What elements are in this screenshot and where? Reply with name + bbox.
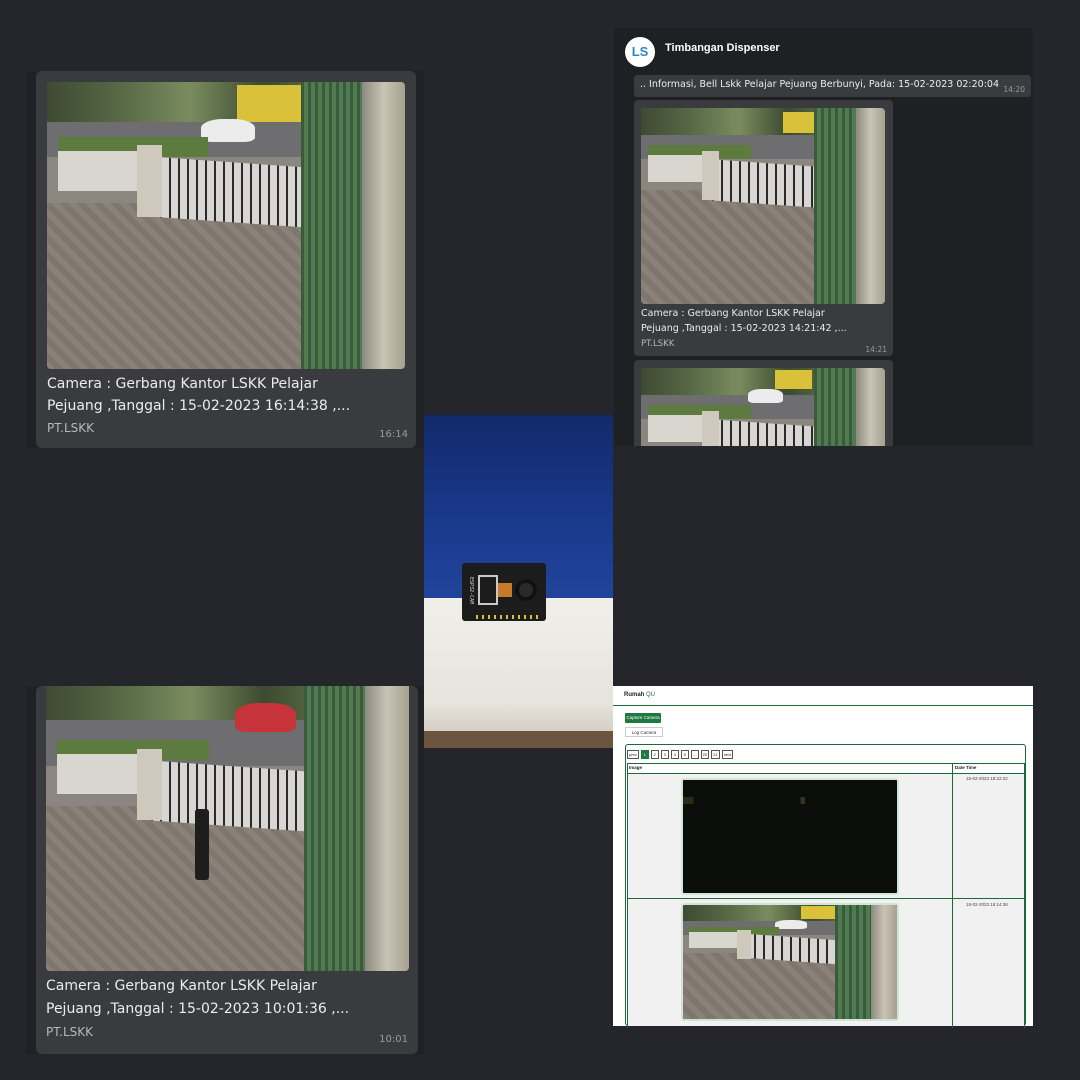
message-sender: PT.LSKK <box>46 1025 93 1039</box>
person-walking <box>194 808 210 880</box>
message-caption-line2: Pejuang ,Tanggal : 15-02-2023 16:14:38 ,… <box>47 398 351 414</box>
log-datetime: 15-02-2023 16:14:38 <box>966 902 1008 907</box>
pager-page-4[interactable]: 4 <box>670 750 679 759</box>
message-caption-line1: Camera : Gerbang Kantor LSKK Pelajar <box>46 978 317 994</box>
camera-module-icon <box>515 579 537 601</box>
chat-panel-top-left: Camera : Gerbang Kantor LSKK Pelajar Pej… <box>26 71 424 448</box>
column-header-datetime: Date Time <box>955 765 977 770</box>
cctv-snapshot-image[interactable] <box>641 368 885 446</box>
capture-camera-button[interactable]: Capture Camera <box>625 713 661 723</box>
cctv-snapshot-image[interactable] <box>641 108 885 304</box>
message-sender: PT.LSKK <box>47 421 94 435</box>
gate-scene <box>683 905 897 1019</box>
brand-sub: QU <box>646 692 656 698</box>
message-time: 10:01 <box>379 1034 408 1045</box>
pager-page-2[interactable]: 2 <box>650 750 659 759</box>
message-sender: PT.LSKK <box>641 339 675 349</box>
message-time: 16:14 <box>379 429 408 440</box>
log-image-thumbnail[interactable] <box>681 778 899 895</box>
gate-scene <box>641 368 885 446</box>
brand-logo[interactable]: Rumah QU <box>624 692 655 698</box>
esp32-cam-photo: ESP32-CAM <box>424 415 613 748</box>
pager-page-20[interactable]: 20 <box>700 750 710 759</box>
pagination: prev 1 2 3 4 5 ... 20 21 next <box>627 750 734 760</box>
message-caption-line2: Pejuang ,Tanggal : 15-02-2023 14:21:42 ,… <box>641 323 847 334</box>
cctv-snapshot-image[interactable] <box>46 686 409 971</box>
message-bubble[interactable]: Camera : Gerbang Kantor LSKK Pelajar Pej… <box>634 100 893 356</box>
esp32-cam-board: ESP32-CAM <box>462 563 546 621</box>
pager-page-21[interactable]: 21 <box>711 750 720 759</box>
info-message-time: 14:20 <box>1003 85 1025 94</box>
tab-log-camera[interactable]: Log Camera <box>625 727 663 737</box>
chat-title[interactable]: Timbangan Dispenser <box>665 42 780 54</box>
pager-page-3[interactable]: 3 <box>660 750 669 759</box>
brand-main: Rumah <box>624 692 645 698</box>
pager-next[interactable]: next <box>721 750 734 759</box>
message-bubble-partial[interactable] <box>634 360 893 446</box>
gate-scene <box>641 108 885 304</box>
column-header-image: Image <box>629 765 643 770</box>
pager-page-5[interactable]: 5 <box>680 750 689 759</box>
message-caption-line1: Camera : Gerbang Kantor LSKK Pelajar <box>47 376 318 392</box>
log-image-thumbnail[interactable] <box>681 903 899 1021</box>
cctv-snapshot-image[interactable] <box>47 82 405 369</box>
message-caption-line1: Camera : Gerbang Kantor LSKK Pelajar <box>641 308 825 319</box>
pager-page-1[interactable]: 1 <box>640 750 649 759</box>
navbar: Rumah QU <box>613 686 1033 706</box>
chat-panel-bottom-left: Camera : Gerbang Kantor LSKK Pelajar Pej… <box>26 686 424 1054</box>
info-message-text: .. Informasi, Bell Lskk Pelajar Pejuang … <box>640 79 1000 90</box>
gate-scene <box>46 686 409 971</box>
message-bubble[interactable]: Camera : Gerbang Kantor LSKK Pelajar Pej… <box>36 686 418 1054</box>
message-bubble[interactable]: Camera : Gerbang Kantor LSKK Pelajar Pej… <box>36 71 416 448</box>
pager-prev[interactable]: prev <box>627 750 639 759</box>
info-message-bubble[interactable]: .. Informasi, Bell Lskk Pelajar Pejuang … <box>634 75 1031 97</box>
log-datetime: 15-02-2023 18:22:22 <box>966 776 1008 781</box>
web-dashboard: Rumah QU Capture Camera Log Camera prev … <box>613 686 1033 1028</box>
message-time: 14:21 <box>865 345 887 354</box>
board-label: ESP32-CAM <box>468 577 474 605</box>
pager-ellipsis: ... <box>690 750 699 759</box>
message-caption-line2: Pejuang ,Tanggal : 15-02-2023 10:01:36 ,… <box>46 1001 350 1017</box>
gate-scene <box>47 82 405 369</box>
contact-avatar[interactable]: LS <box>625 37 655 67</box>
